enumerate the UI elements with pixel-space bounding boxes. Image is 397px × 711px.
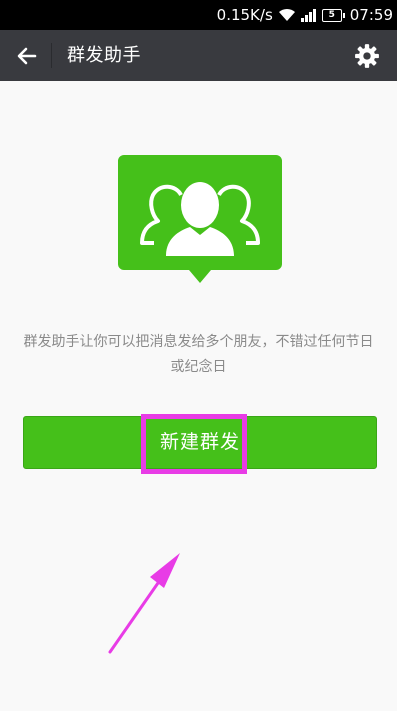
action-bar: 群发助手	[0, 30, 397, 81]
header-divider	[51, 43, 52, 68]
battery-icon: 5	[321, 8, 345, 22]
back-arrow-icon	[17, 47, 37, 65]
battery-level: 5	[321, 8, 342, 22]
description-text: 群发助手让你可以把消息发给多个朋友，不错过任何节日或纪念日	[23, 334, 374, 375]
back-button[interactable]	[8, 37, 46, 75]
wifi-icon	[278, 8, 295, 21]
settings-gear-icon	[355, 44, 379, 68]
main-content: 群发助手让你可以把消息发给多个朋友，不错过任何节日或纪念日 新建群发	[0, 81, 397, 711]
status-indicators: 0.15K/s 5 07:59	[217, 0, 393, 30]
page-title: 群发助手	[67, 45, 141, 66]
clock: 07:59	[349, 6, 393, 24]
new-broadcast-button[interactable]: 新建群发	[23, 416, 377, 469]
status-bar: 0.15K/s 5 07:59	[0, 0, 397, 30]
pointer-arrow-icon	[108, 553, 180, 654]
settings-button[interactable]	[349, 38, 385, 74]
signal-icon	[300, 8, 316, 22]
network-speed: 0.15K/s	[216, 6, 273, 24]
group-chat-icon	[118, 155, 282, 283]
